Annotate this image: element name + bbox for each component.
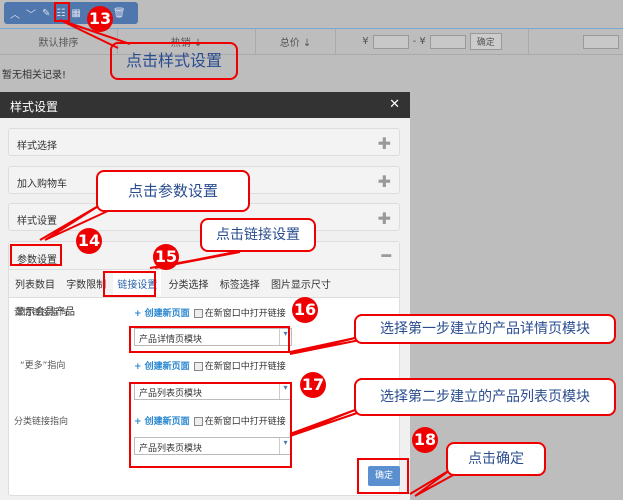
- step-16-badge: 16: [292, 297, 318, 323]
- step-18-badge: 18: [412, 427, 438, 453]
- callout-17: 选择第二步建立的产品列表页模块: [354, 378, 616, 416]
- step-14-badge: 14: [76, 228, 102, 254]
- callout-13: 点击样式设置: [110, 42, 238, 80]
- highlight-link-tab: [103, 271, 156, 297]
- highlight-detail-select: [129, 326, 290, 353]
- highlight-list-selects: [129, 382, 292, 468]
- callout-15: 点击链接设置: [200, 218, 316, 252]
- step-13-badge: 13: [87, 6, 113, 32]
- highlight-ok-button: [357, 458, 409, 494]
- callout-18: 点击确定: [446, 442, 546, 476]
- highlight-params-panel: [10, 244, 62, 266]
- callout-16: 选择第一步建立的产品详情页模块: [354, 314, 616, 344]
- callout-14: 点击参数设置: [96, 170, 250, 212]
- highlight-style-icon: [54, 2, 70, 22]
- step-17-badge: 17: [300, 372, 326, 398]
- step-15-badge: 15: [153, 244, 179, 270]
